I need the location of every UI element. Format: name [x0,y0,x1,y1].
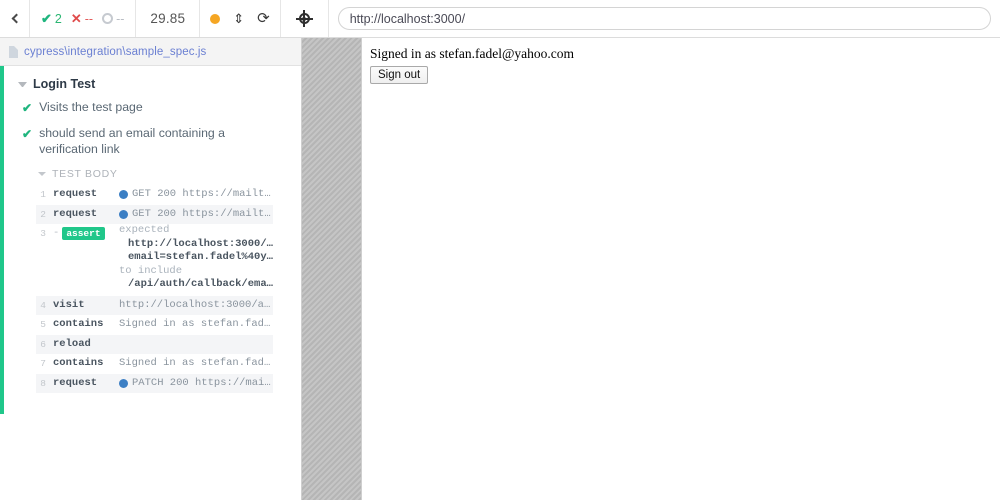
command-message: PATCH 200 https://mai… [119,374,273,394]
assert-line: expected [119,224,170,236]
command-message: GET 200 https://mailt… [119,205,273,225]
app-preview: Signed in as stefan.fadel@yahoo.com Sign… [362,38,1000,500]
command-number: 3 [40,228,46,239]
reporter-panel: cypress\integration\sample_spec.js Login… [0,38,301,500]
test-item[interactable]: ✔ Visits the test page [0,95,301,121]
command-number: 5 [40,319,46,330]
back-button[interactable] [0,0,30,37]
command-message: Signed in as stefan.fade… [119,318,273,330]
command-row[interactable]: 7 contains Signed in as stefan.fade… [36,354,273,374]
chevron-left-icon [11,13,21,24]
command-row-assert[interactable]: 3 - assert expected http://localhost:300… [36,224,273,296]
request-dot-icon [119,190,128,200]
command-name: contains [53,357,104,369]
url-input[interactable]: http://localhost:3000/ [337,7,991,30]
stat-failed[interactable]: ✕ -- [71,12,93,26]
command-number: 8 [40,377,46,389]
command-number: 6 [40,338,46,350]
signed-in-text: Signed in as stefan.fadel@yahoo.com [370,46,575,61]
assert-line: email=stefan.fadel%40yahoo.c… [128,251,273,263]
command-row[interactable]: 4 visit http://localhost:3000/api/au… [36,295,273,315]
spec-path-label: cypress\integration\sample_spec.js [24,45,207,58]
assert-line: http://localhost:3000/api/au… [128,237,273,250]
request-dot-icon [119,209,128,219]
ring-icon [102,13,114,24]
command-message: http://localhost:3000/api/au… [119,298,273,311]
command-row[interactable]: 6 reload [36,334,273,354]
command-number: 1 [40,189,46,200]
command-name: request [53,207,98,220]
top-toolbar: ✔ 2 ✕ -- -- 29.85 ⇕ ⟳ http://localhost:3… [0,0,1000,38]
command-row[interactable]: 8 request PATCH 200 https://mai… [36,373,273,394]
command-row[interactable]: 5 contains Signed in as stefan.fade… [36,315,273,335]
pending-count: -- [116,11,125,26]
suite-title: Login Test [33,77,96,91]
test-body-label: TEST BODY [52,168,118,180]
passed-count: 2 [54,11,62,26]
chevron-down-icon [18,81,27,87]
suite-header[interactable]: Login Test [0,73,301,95]
request-dot-icon [119,378,128,388]
command-row[interactable]: 2 request GET 200 https://mailt… [36,204,273,225]
command-row[interactable]: 1 request GET 200 https://mailt… [36,185,273,205]
command-number: 2 [40,208,46,220]
pass-status-bar [0,66,4,414]
assert-line: /api/auth/callback/email [128,278,273,290]
check-icon: ✔ [41,11,52,26]
assert-line: to include [119,264,183,277]
command-log: 1 request GET 200 https://mailt… 2 reque… [36,185,273,393]
command-name: - assert [53,224,119,244]
sign-out-button[interactable]: Sign out [370,66,429,84]
check-icon: ✔ [22,101,33,115]
cypress-test-runner: ✔ 2 ✕ -- -- 29.85 ⇕ ⟳ http://localhost:3… [0,0,1000,500]
x-icon: ✕ [70,11,82,26]
test-body-toggle[interactable]: TEST BODY [0,162,301,185]
command-name: request [53,376,98,389]
duration-display: 29.85 [136,0,201,37]
check-icon: ✔ [22,127,33,141]
test-stats: ✔ 2 ✕ -- -- [30,0,137,37]
url-bar-container: http://localhost:3000/ [328,0,1000,37]
test-title: Visits the test page [39,100,143,114]
assert-badge: assert [62,227,105,241]
command-name: request [53,188,98,200]
failed-count: -- [84,11,94,26]
command-number: 7 [40,358,46,369]
command-name: reload [53,337,91,350]
runner-controls: ⇕ ⟳ [200,0,281,37]
reload-icon[interactable]: ⟳ [257,11,270,26]
auto-scroll-dot-icon[interactable] [210,13,221,24]
file-icon [9,45,18,58]
updown-arrows-icon[interactable]: ⇕ [233,12,244,25]
runner-body: cypress\integration\sample_spec.js Login… [0,38,1000,500]
test-title: should send an email containing a verifi… [39,126,226,156]
command-name: contains [53,318,104,330]
test-item[interactable]: ✔ should send an email containing a veri… [0,121,301,162]
command-number: 4 [40,299,46,311]
runnables-list: Login Test ✔ Visits the test page ✔ shou… [0,66,301,500]
spec-header[interactable]: cypress\integration\sample_spec.js [0,38,301,66]
selector-playground-button[interactable] [281,0,329,37]
chevron-down-icon [38,172,46,176]
stat-passed[interactable]: ✔ 2 [41,12,62,26]
command-name: visit [53,298,85,311]
command-message: GET 200 https://mailt… [119,185,273,205]
command-message: Signed in as stefan.fade… [119,357,273,369]
stat-pending[interactable]: -- [102,12,124,26]
assert-dash-icon: - [53,227,60,239]
target-icon [295,10,313,27]
panel-resizer[interactable] [301,38,362,500]
assert-detail: expected http://localhost:3000/api/au… e… [119,224,273,292]
